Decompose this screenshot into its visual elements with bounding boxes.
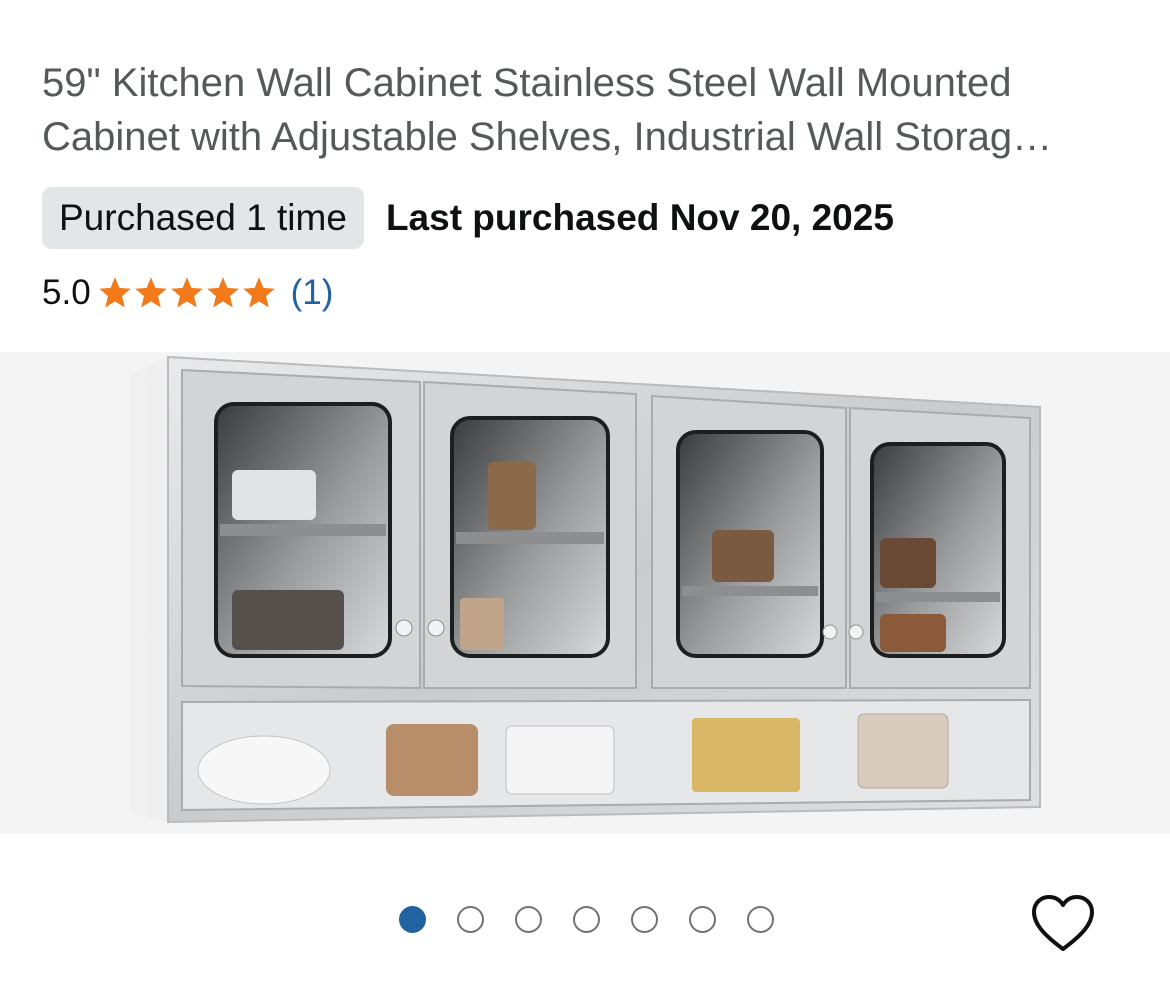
star-icon xyxy=(98,277,131,308)
carousel-dot[interactable] xyxy=(573,906,600,933)
star-icon xyxy=(206,277,239,308)
product-title[interactable]: 59" Kitchen Wall Cabinet Stainless Steel… xyxy=(42,56,1142,164)
purchase-info: Purchased 1 time Last purchased Nov 20, … xyxy=(42,187,894,249)
product-image[interactable] xyxy=(0,352,1170,834)
star-icon xyxy=(170,277,203,308)
rating[interactable]: 5.0 (1) xyxy=(42,270,333,316)
carousel-dot[interactable] xyxy=(747,906,774,933)
carousel-dot[interactable] xyxy=(689,906,716,933)
star-icon xyxy=(134,277,167,308)
last-purchased-date: Last purchased Nov 20, 2025 xyxy=(385,197,894,238)
carousel-dot[interactable] xyxy=(515,906,542,933)
purchased-badge: Purchased 1 time xyxy=(42,187,364,249)
cabinet-product-image xyxy=(130,355,1041,824)
carousel-dot[interactable] xyxy=(399,906,426,933)
rating-value: 5.0 xyxy=(42,273,91,312)
carousel-dots xyxy=(399,906,774,933)
carousel-dot[interactable] xyxy=(631,906,658,933)
rating-stars xyxy=(97,275,277,311)
review-count-link[interactable]: (1) xyxy=(291,273,334,313)
carousel-dot[interactable] xyxy=(457,906,484,933)
star-icon xyxy=(242,277,275,308)
heart-outline-icon[interactable] xyxy=(1030,893,1096,953)
